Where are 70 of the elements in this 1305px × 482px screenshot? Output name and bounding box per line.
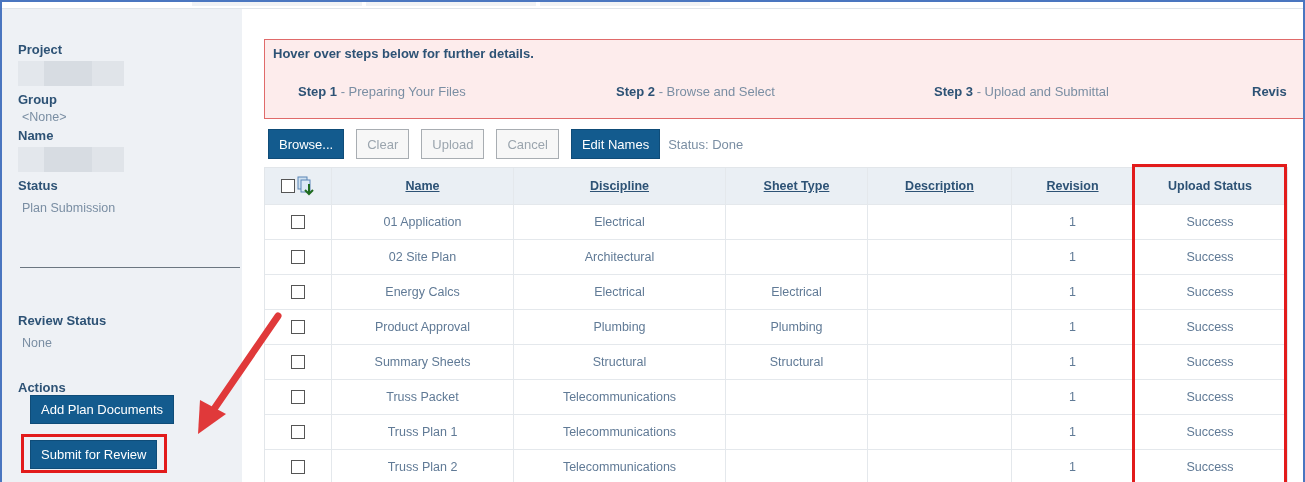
row-checkbox[interactable] [291, 460, 305, 474]
step-link[interactable]: Step 3 - Upload and Submittal [934, 84, 1252, 99]
upload-status-text: Status: Done [668, 136, 744, 152]
column-sort-link[interactable]: Description [905, 179, 974, 193]
toolbar-button[interactable]: Browse... [268, 129, 345, 159]
action-button[interactable]: Add Plan Documents [30, 395, 175, 424]
action-button[interactable]: Submit for Review [30, 440, 158, 469]
field-label: Group [18, 92, 58, 107]
table-cell: Truss Packet [386, 390, 459, 404]
column-sort-link[interactable]: Sheet Type [763, 179, 830, 193]
column-sort-link[interactable]: Discipline [589, 179, 649, 193]
row-checkbox[interactable] [291, 285, 305, 299]
table-cell: 1 [1069, 320, 1076, 334]
table-cell: Electrical [594, 285, 645, 299]
table-cell: Success [1186, 320, 1234, 334]
field-label: Status [18, 178, 59, 193]
row-checkbox[interactable] [291, 215, 305, 229]
table-cell: 1 [1069, 355, 1076, 369]
table-cell: 1 [1069, 425, 1076, 439]
column-sort-link[interactable]: Name [405, 179, 440, 193]
table-cell: Success [1186, 215, 1234, 229]
banner-hint: Hover over steps below for further details. [273, 46, 535, 61]
table-cell: 1 [1069, 460, 1076, 474]
document-download-icon[interactable] [297, 176, 315, 196]
toolbar-button[interactable]: Edit Names [570, 129, 661, 159]
table-cell: Summary Sheets [374, 355, 471, 369]
step-link[interactable]: Step 2 - Browse and Select [616, 84, 934, 99]
table-cell: Electrical [771, 285, 822, 299]
table-cell: 1 [1069, 250, 1076, 264]
table-cell: Electrical [594, 215, 645, 229]
step-link[interactable]: Revis [1252, 84, 1303, 99]
table-cell: Success [1186, 390, 1234, 404]
table-cell: Success [1186, 355, 1234, 369]
row-checkbox[interactable] [291, 390, 305, 404]
row-checkbox[interactable] [291, 425, 305, 439]
table-cell: 01 Application [383, 215, 462, 229]
field-value: <None> [22, 110, 68, 124]
table-cell: Success [1186, 285, 1234, 299]
column-sort-link[interactable]: Revision [1046, 179, 1099, 193]
table-cell: Architectural [584, 250, 655, 264]
table-cell: Truss Plan 2 [387, 460, 458, 474]
table-cell: Success [1186, 250, 1234, 264]
column-header: Upload Status [1167, 179, 1252, 193]
table-cell: Plumbing [593, 320, 646, 334]
table-cell: Success [1186, 425, 1234, 439]
field-value: None [22, 336, 53, 350]
table-cell: Truss Plan 1 [387, 425, 458, 439]
table-cell: 1 [1069, 215, 1076, 229]
row-checkbox[interactable] [291, 250, 305, 264]
field-label: Review Status [18, 313, 108, 328]
table-cell: Product Approval [374, 320, 471, 334]
table-cell: 1 [1069, 390, 1076, 404]
field-label: Actions [18, 380, 67, 395]
field-label: Name [18, 128, 55, 143]
row-checkbox[interactable] [291, 355, 305, 369]
step-link[interactable]: Step 1 - Preparing Your Files [298, 84, 616, 99]
table-cell: Energy Calcs [385, 285, 460, 299]
field-label: Project [18, 42, 64, 57]
table-cell: Telecommunications [562, 425, 677, 439]
table-cell: Plumbing [770, 320, 823, 334]
select-all-checkbox[interactable] [281, 179, 295, 193]
table-cell: 02 Site Plan [388, 250, 457, 264]
table-cell: 1 [1069, 285, 1076, 299]
row-checkbox[interactable] [291, 320, 305, 334]
table-cell: Structural [769, 355, 824, 369]
table-cell: Telecommunications [562, 460, 677, 474]
table-cell: Success [1186, 460, 1234, 474]
field-value: Plan Submission [22, 201, 117, 215]
table-cell: Structural [592, 355, 647, 369]
table-cell: Telecommunications [562, 390, 677, 404]
